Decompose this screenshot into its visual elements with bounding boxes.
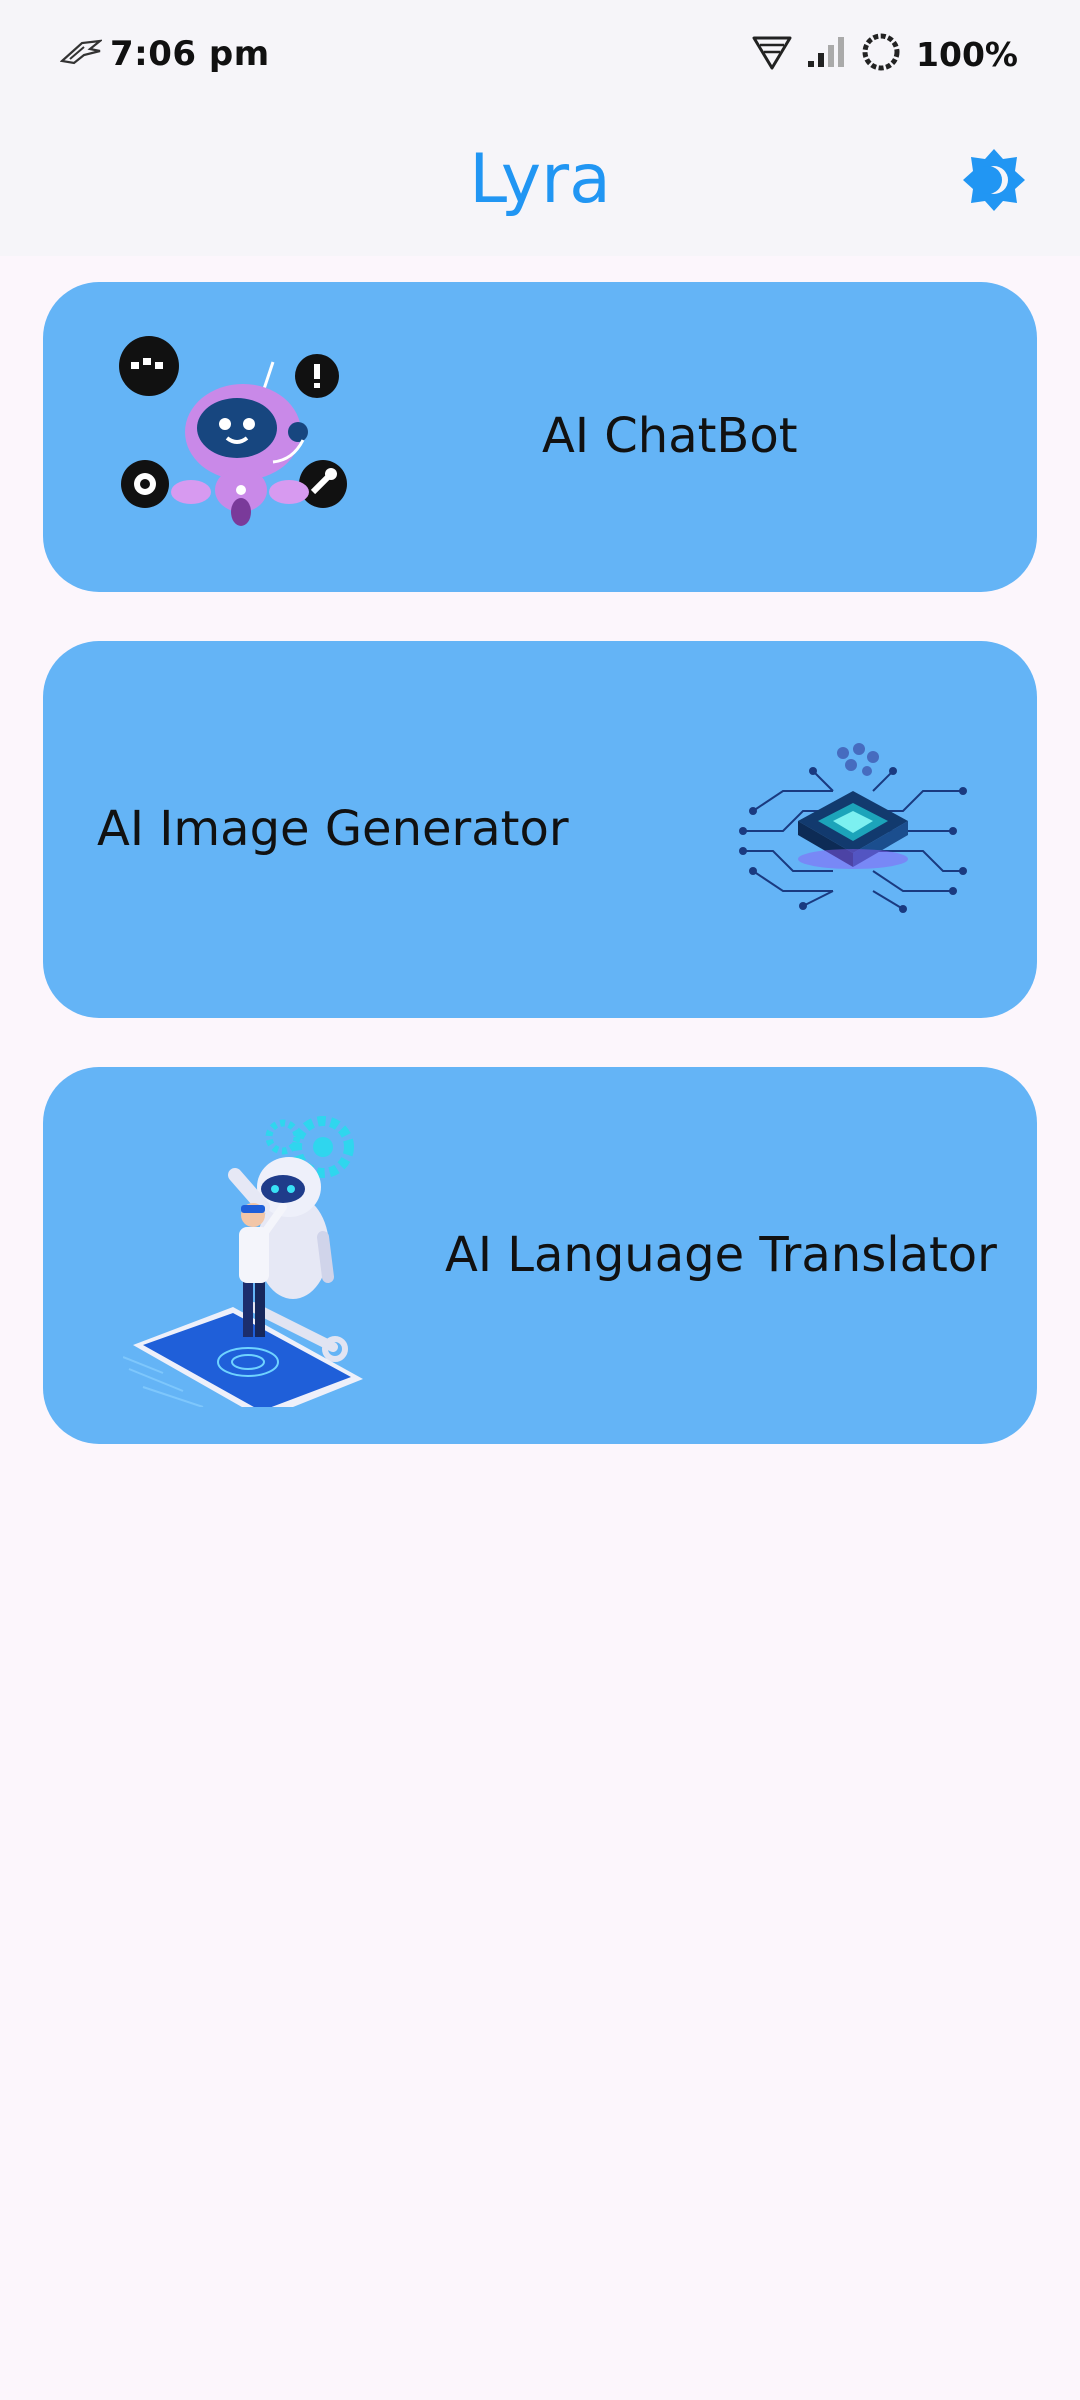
- wifi-icon: [752, 34, 792, 75]
- status-left: 7:06 pm: [59, 28, 270, 80]
- card-label-chatbot: AI ChatBot: [542, 408, 798, 464]
- signal-icon: [806, 35, 846, 74]
- image-generator-card[interactable]: AI Image Generator: [43, 641, 1037, 1018]
- card-label-image-generator: AI Image Generator: [97, 801, 569, 857]
- app-title: Lyra: [469, 140, 611, 219]
- status-bar: 7:06 pm 100%: [0, 0, 1080, 108]
- chatbot-card[interactable]: AI ChatBot: [43, 282, 1037, 592]
- status-right: 100%: [752, 28, 1018, 80]
- language-translator-card[interactable]: AI Language Translator: [43, 1067, 1037, 1444]
- data-saver-icon: [860, 31, 902, 78]
- app-bar: Lyra: [0, 108, 1080, 256]
- circuit-chip-illustration: [723, 741, 983, 926]
- translator-robot-phone-illustration: [122, 1107, 413, 1419]
- theme-toggle-button[interactable]: [956, 144, 1032, 220]
- rog-logo-icon: [59, 38, 104, 70]
- card-label-language-translator: AI Language Translator: [445, 1227, 997, 1283]
- theme-toggle-icon: [961, 147, 1027, 218]
- chatbot-robot-illustration: [113, 332, 363, 537]
- battery-percentage: 100%: [916, 34, 1018, 74]
- status-time: 7:06 pm: [110, 34, 270, 74]
